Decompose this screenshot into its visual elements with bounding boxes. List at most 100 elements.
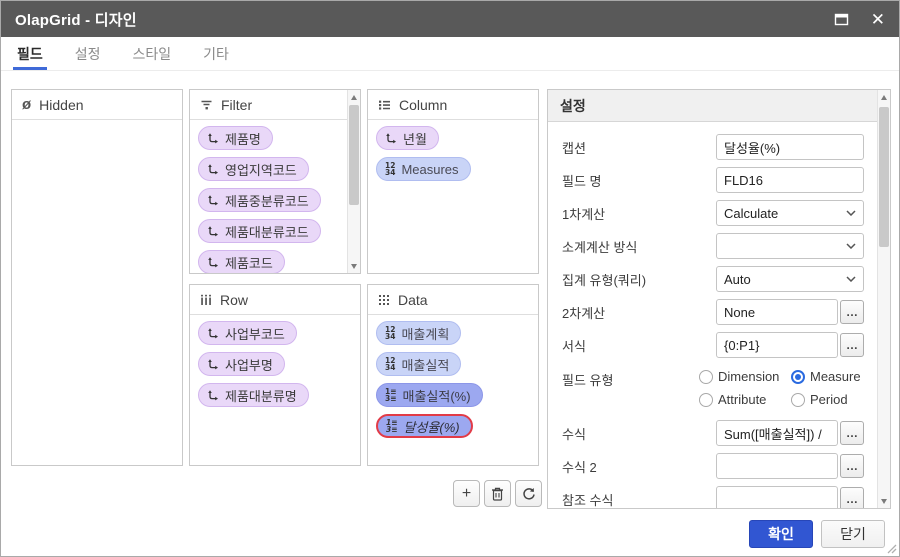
radio-dimension-circle[interactable] — [699, 369, 713, 384]
caption-label: 캡션 — [562, 140, 586, 156]
radio-attribute-label: Attribute — [718, 392, 767, 407]
field-pill-label: 제품명 — [225, 131, 261, 147]
calc2-label: 2차계산 — [562, 305, 606, 321]
filter-icon — [201, 100, 212, 109]
filter-panel-body: 제품명 영업지역코드 제품중분류코드 제품대분류코드 제품코드 영업지역명 — [190, 120, 360, 273]
scrollbar-thumb[interactable] — [879, 107, 889, 247]
field-pill-label: 영업지역코드 — [225, 162, 297, 178]
field-pill[interactable]: 12 34 Measures — [376, 157, 471, 181]
filter-scrollbar[interactable] — [347, 90, 360, 273]
radio-dimension[interactable]: Dimension — [699, 369, 791, 384]
plus-icon: + — [461, 484, 472, 502]
field-pill-label: 매출계획 — [401, 326, 450, 342]
field-pill[interactable]: 제품코드 — [198, 250, 285, 273]
scrollbar-thumb[interactable] — [349, 105, 359, 205]
scroll-down-icon[interactable] — [348, 259, 360, 273]
column-panel-title: Column — [399, 96, 448, 113]
numbers-icon: 12 34 — [385, 161, 396, 177]
add-field-button[interactable]: + — [453, 480, 480, 507]
radio-attribute-circle[interactable] — [699, 392, 713, 407]
formula-label: 수식 — [562, 426, 586, 442]
formula-input[interactable] — [716, 420, 838, 446]
tab-style[interactable]: 스타일 — [131, 37, 174, 70]
calc-field-icon: 1≡ 3≡ — [385, 387, 397, 403]
data-grid-icon — [379, 294, 389, 305]
delete-field-button[interactable] — [484, 480, 511, 507]
calc1-select[interactable]: Calculate — [716, 200, 864, 226]
resize-grip[interactable] — [886, 543, 897, 554]
field-pill[interactable]: 12 34 매출실적 — [376, 352, 462, 376]
radio-measure-circle[interactable] — [791, 369, 805, 384]
formula2-ellipsis-button[interactable]: … — [840, 454, 864, 478]
field-pill[interactable]: 제품대분류명 — [198, 383, 309, 407]
restore-window-icon[interactable] — [834, 13, 849, 26]
radio-period-circle[interactable] — [791, 392, 805, 407]
field-type-radio-group: Dimension Measure Attribute Period — [699, 369, 864, 407]
chevron-down-icon — [846, 210, 856, 216]
field-pill-label: 달성율(%) — [403, 419, 460, 435]
row-panel-title: Row — [220, 291, 249, 308]
caption-input[interactable] — [716, 134, 864, 160]
close-icon[interactable]: ✕ — [871, 11, 885, 28]
settings-panel-title: 설정 — [560, 97, 586, 114]
radio-period[interactable]: Period — [791, 392, 861, 407]
dialog-footer: 확인 닫기 — [1, 512, 899, 556]
hidden-panel-title: Hidden — [39, 96, 84, 113]
field-pill[interactable]: 제품대분류코드 — [198, 219, 321, 243]
radio-measure[interactable]: Measure — [791, 369, 861, 384]
setting-row-calc1: 1차계산 Calculate — [562, 200, 864, 226]
calc2-ellipsis-button[interactable]: … — [840, 300, 864, 324]
field-pill[interactable]: 제품명 — [198, 126, 273, 150]
row-panel-header: Row — [190, 285, 360, 315]
format-input[interactable] — [716, 332, 838, 358]
ref-formula-ellipsis-button[interactable]: … — [840, 487, 864, 508]
field-pill-selected[interactable]: 1≡ 3≡ 달성율(%) — [376, 414, 473, 438]
ref-formula-input[interactable] — [716, 486, 838, 508]
field-pill-label: 매출실적(%) — [402, 388, 471, 404]
settings-scrollbar[interactable] — [877, 90, 890, 508]
field-pill-label: 매출실적 — [401, 357, 450, 373]
scroll-up-icon[interactable] — [348, 90, 360, 104]
field-pill[interactable]: 년월 — [376, 126, 439, 150]
field-pill-label: 사업부명 — [225, 357, 273, 373]
refresh-field-button[interactable] — [515, 480, 542, 507]
refresh-icon — [522, 487, 535, 500]
formula-ellipsis-button[interactable]: … — [840, 421, 864, 445]
field-pill[interactable]: 1≡ 3≡ 매출실적(%) — [376, 383, 483, 407]
field-name-input[interactable] — [716, 167, 864, 193]
setting-row-formula2: 수식 2 … — [562, 453, 864, 479]
field-type-label: 필드 유형 — [562, 373, 614, 388]
hidden-panel-body[interactable] — [12, 120, 182, 132]
radio-measure-label: Measure — [810, 369, 861, 384]
row-panel: Row 사업부코드 사업부명 제품대분류명 — [189, 284, 361, 466]
ref-formula-label: 참조 수식 — [562, 492, 614, 508]
field-pill[interactable]: 영업지역코드 — [198, 157, 309, 181]
setting-row-field-type: 필드 유형 Dimension Measure Attribute Period — [562, 365, 864, 413]
radio-attribute[interactable]: Attribute — [699, 392, 791, 407]
hidden-panel-header: ø Hidden — [12, 90, 182, 120]
scroll-up-icon[interactable] — [878, 90, 890, 104]
tab-fields[interactable]: 필드 — [13, 37, 47, 70]
format-ellipsis-button[interactable]: … — [840, 333, 864, 357]
field-pill[interactable]: 사업부코드 — [198, 321, 297, 345]
aggregate-type-select-value: Auto — [724, 271, 751, 287]
calc2-input[interactable] — [716, 299, 838, 325]
subtotal-method-select[interactable] — [716, 233, 864, 259]
tab-settings[interactable]: 설정 — [73, 37, 103, 70]
field-pill[interactable]: 제품중분류코드 — [198, 188, 321, 212]
field-pill-label: 년월 — [403, 131, 427, 147]
move-field-icon — [208, 226, 218, 237]
move-field-icon — [208, 390, 218, 401]
column-list-icon — [379, 100, 390, 110]
scroll-down-icon[interactable] — [878, 494, 890, 508]
data-panel-title: Data — [398, 291, 428, 308]
field-pill[interactable]: 12 34 매출계획 — [376, 321, 462, 345]
field-pill-label: 사업부코드 — [225, 326, 285, 342]
field-pill[interactable]: 사업부명 — [198, 352, 285, 376]
aggregate-type-select[interactable]: Auto — [716, 266, 864, 292]
formula2-input[interactable] — [716, 453, 838, 479]
close-button[interactable]: 닫기 — [821, 520, 885, 548]
ok-button[interactable]: 확인 — [749, 520, 813, 548]
row-bars-icon — [201, 294, 211, 305]
tab-etc[interactable]: 기타 — [201, 37, 231, 70]
